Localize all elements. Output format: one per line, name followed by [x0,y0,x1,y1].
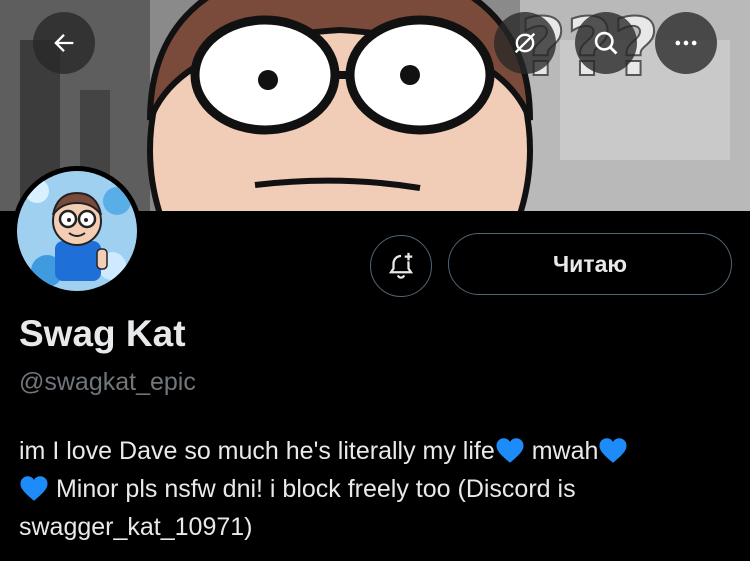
hide-translation-button[interactable] [494,12,556,74]
more-dots-icon [675,40,697,46]
display-name: Swag Kat [19,313,186,354]
following-button[interactable]: Читаю [448,233,732,295]
search-icon [594,31,618,55]
more-button[interactable] [655,12,717,74]
blue-heart-icon [598,437,628,464]
bio-text-4: swagger_kat_10971) [19,513,253,541]
avatar[interactable] [12,166,142,296]
bio-text-1: im I love Dave so much he's literally my… [19,437,495,465]
notifications-button[interactable] [370,235,432,297]
profile-bio: im I love Dave so much he's literally my… [19,432,734,546]
back-button[interactable] [33,12,95,74]
avatar-image [17,171,137,291]
arrow-left-icon [54,34,74,52]
blue-heart-icon [495,437,525,464]
bio-text-2: mwah [531,437,599,465]
bio-text-3: Minor pls nsfw dni! i block freely too (… [55,475,576,503]
user-handle: @swagkat_epic [19,368,196,396]
search-button[interactable] [575,12,637,74]
notification-bell-plus-icon [388,252,414,279]
blue-heart-icon [19,475,49,502]
no-eye-icon [514,32,536,54]
